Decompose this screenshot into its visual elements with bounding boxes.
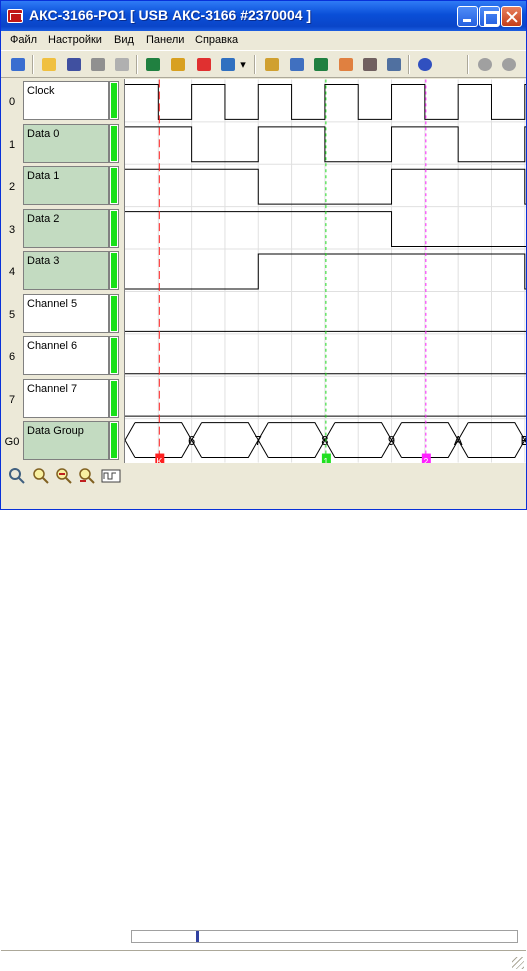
group-value: 6 — [188, 433, 195, 448]
channel-index: 2 — [8, 181, 16, 193]
logic-analyzer-view: 0 Clock 1 Data 0 2 Data 1 3 Data 2 4 Data 3 5 Chann… — [1, 79, 526, 463]
channel-enable-indicator[interactable] — [109, 81, 119, 120]
clear-icon[interactable] — [194, 55, 213, 73]
channel-enable-indicator[interactable] — [109, 336, 119, 375]
measure-icon[interactable] — [360, 55, 379, 73]
bottom-toolbar — [1, 463, 526, 969]
menu-view[interactable]: Вид — [114, 34, 134, 46]
connect-icon[interactable] — [218, 55, 237, 73]
exit-icon[interactable] — [8, 55, 27, 73]
channel-label[interactable]: Data 1 — [23, 166, 109, 205]
waveform-trace — [125, 83, 526, 120]
zoom-in-icon[interactable] — [475, 55, 494, 73]
group-bus-segment — [125, 422, 136, 458]
menu-panels[interactable]: Панели — [146, 34, 184, 46]
group-value: A — [454, 433, 463, 448]
channel-index: 5 — [8, 308, 16, 321]
toolbar-separator — [408, 55, 410, 74]
status-bar — [1, 950, 526, 971]
channel-enable-indicator[interactable] — [109, 378, 119, 418]
channel-label[interactable]: Data Group — [23, 421, 109, 460]
minimize-button[interactable] — [457, 6, 478, 27]
toolbar-separator — [32, 55, 34, 74]
channel-index: 1 — [8, 138, 16, 151]
channel-label[interactable]: Channel 5 — [23, 293, 109, 333]
channel-label[interactable]: Data 0 — [23, 123, 109, 163]
zoom-out-icon[interactable] — [499, 55, 518, 73]
zoom-out-icon[interactable] — [55, 467, 73, 485]
maximize-button[interactable] — [479, 6, 500, 27]
channel-index: G0 — [4, 436, 20, 448]
menu-settings[interactable]: Настройки — [48, 34, 102, 46]
app-icon — [7, 9, 23, 23]
app-window: АКС-3166-PO1 [ USB АКС-3166 #2370004 ] Ф… — [0, 0, 527, 969]
group-value: 9 — [388, 433, 395, 448]
channel-enable-indicator[interactable] — [109, 421, 119, 460]
channel-index: 6 — [8, 351, 16, 363]
menu-bar: Файл Настройки Вид Панели Справка — [1, 31, 526, 50]
channel-enable-indicator[interactable] — [109, 123, 119, 163]
group-value: B — [520, 433, 526, 448]
channel-label[interactable]: Data 2 — [23, 208, 109, 248]
grid-icon[interactable] — [287, 55, 306, 73]
cursor-icon[interactable] — [336, 55, 355, 73]
channel-label[interactable]: Clock — [23, 81, 109, 120]
channel-enable-indicator[interactable] — [109, 251, 119, 290]
print-icon[interactable] — [112, 55, 131, 73]
channel-label[interactable]: Channel 7 — [23, 378, 109, 418]
close-button[interactable] — [501, 6, 522, 27]
scroll-thumb[interactable] — [196, 931, 199, 942]
window-title: АКС-3166-PO1 [ USB АКС-3166 #2370004 ] — [29, 7, 312, 23]
group-value: 8 — [321, 433, 328, 448]
waveform-trace — [125, 168, 526, 205]
save-icon[interactable] — [64, 55, 83, 73]
probe-icon[interactable] — [384, 55, 403, 73]
tape-icon[interactable] — [88, 55, 107, 73]
channel-index: 7 — [8, 393, 16, 406]
info-icon[interactable] — [415, 55, 434, 73]
resize-grip[interactable] — [512, 957, 524, 969]
channel-enable-indicator[interactable] — [109, 166, 119, 205]
zoom-fit-icon[interactable] — [8, 467, 26, 485]
toolbar: ▾ — [1, 50, 526, 78]
horizontal-scrollbar[interactable] — [131, 930, 518, 943]
chevron-down-icon[interactable]: ▾ — [238, 55, 248, 73]
trigger-icon[interactable] — [168, 55, 187, 73]
waveform-area[interactable]: 6789ABK12 — [124, 79, 526, 463]
waveform-trace — [125, 126, 526, 163]
menu-help[interactable]: Справка — [195, 34, 238, 46]
settings-icon[interactable] — [262, 55, 281, 73]
group-value: 7 — [255, 433, 262, 448]
zoom-marker-icon[interactable] — [78, 467, 96, 485]
open-icon[interactable] — [39, 55, 58, 73]
channel-label[interactable]: Data 3 — [23, 251, 109, 290]
title-bar[interactable]: АКС-3166-PO1 [ USB АКС-3166 #2370004 ] — [1, 1, 526, 31]
toolbar-separator — [467, 55, 469, 74]
timebase-icon[interactable] — [101, 467, 121, 485]
channel-index: 3 — [8, 223, 16, 236]
group-bus-segment — [468, 422, 526, 459]
delete-icon[interactable] — [311, 55, 330, 73]
channel-enable-indicator[interactable] — [109, 208, 119, 248]
menu-file[interactable]: Файл — [10, 34, 37, 46]
toolbar-separator — [136, 55, 138, 74]
channel-label[interactable]: Channel 6 — [23, 336, 109, 375]
channel-index: 4 — [8, 266, 16, 278]
run-icon[interactable] — [143, 55, 162, 73]
channel-index: 0 — [8, 96, 16, 108]
toolbar-separator — [254, 55, 256, 74]
channel-enable-indicator[interactable] — [109, 293, 119, 333]
zoom-in-icon[interactable] — [32, 467, 50, 485]
